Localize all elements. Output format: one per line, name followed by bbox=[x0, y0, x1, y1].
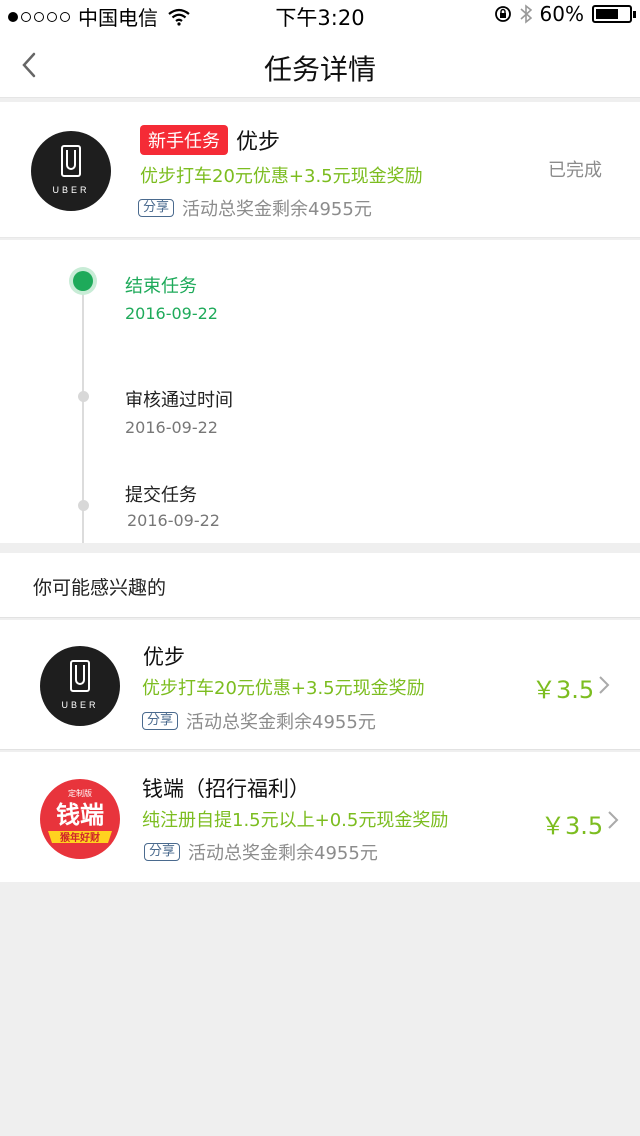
status-right: 60% bbox=[494, 2, 636, 26]
recommend-header: 你可能感兴趣的 bbox=[0, 553, 640, 618]
qianduan-logo: 定制版 钱端 猴年好财 bbox=[40, 779, 120, 859]
uber-logo: UBER bbox=[31, 131, 111, 211]
timeline-dot-active bbox=[73, 271, 93, 291]
timeline-dot bbox=[78, 500, 89, 511]
nav-bar: 任务详情 bbox=[0, 30, 640, 98]
task-meta: 分享 活动总奖金剩余4955元 bbox=[138, 195, 372, 221]
timeline-step-date: 2016-09-22 bbox=[125, 418, 218, 437]
recommend-item-price: ￥3.5 bbox=[532, 676, 595, 704]
timeline-step-label: 结束任务 bbox=[125, 276, 197, 297]
task-title-row: 新手任务 优步 bbox=[140, 124, 280, 156]
recommend-title: 你可能感兴趣的 bbox=[33, 577, 167, 599]
task-description: 优步打车20元优惠+3.5元现金奖励 bbox=[140, 166, 423, 187]
uber-logo-text: UBER bbox=[52, 185, 89, 195]
recommend-item-remaining-bonus: 活动总奖金剩余4955元 bbox=[188, 843, 378, 864]
recommend-item-meta: 分享 活动总奖金剩余4955元 bbox=[142, 708, 376, 734]
recommend-item-remaining-bonus: 活动总奖金剩余4955元 bbox=[186, 712, 376, 733]
recommend-item-name: 优步 bbox=[143, 645, 185, 669]
recommend-item-meta: 分享 活动总奖金剩余4955元 bbox=[144, 839, 378, 865]
task-name: 优步 bbox=[236, 130, 281, 155]
recommend-item-description: 纯注册自提1.5元以上+0.5元现金奖励 bbox=[142, 810, 449, 831]
share-tag[interactable]: 分享 bbox=[142, 712, 179, 730]
page-title: 任务详情 bbox=[263, 53, 376, 86]
timeline-step-date: 2016-09-22 bbox=[127, 511, 220, 530]
status-bar: 中国电信 下午3:20 60% bbox=[0, 0, 640, 30]
uber-logo-text: UBER bbox=[61, 700, 98, 710]
new-task-badge: 新手任务 bbox=[140, 125, 228, 155]
timeline-dot bbox=[78, 391, 89, 402]
share-tag[interactable]: 分享 bbox=[144, 843, 181, 861]
recommend-item-qianduan[interactable]: 定制版 钱端 猴年好财 钱端（招行福利） 纯注册自提1.5元以上+0.5元现金奖… bbox=[0, 752, 640, 882]
recommend-item-description: 优步打车20元优惠+3.5元现金奖励 bbox=[142, 678, 425, 699]
bluetooth-icon bbox=[520, 4, 532, 24]
task-status: 已完成 bbox=[548, 160, 602, 181]
timeline-step-date: 2016-09-22 bbox=[125, 304, 218, 323]
timeline-step-label: 审核通过时间 bbox=[125, 390, 233, 411]
qianduan-logo-main-text: 钱端 bbox=[56, 801, 104, 829]
task-timeline: 结束任务 2016-09-22 审核通过时间 2016-09-22 提交任务 2… bbox=[0, 240, 640, 543]
task-card: UBER 新手任务 优步 优步打车20元优惠+3.5元现金奖励 分享 活动总奖金… bbox=[0, 102, 640, 238]
recommend-item-name: 钱端（招行福利） bbox=[142, 777, 310, 801]
chevron-right-icon bbox=[599, 676, 610, 694]
recommend-item-price: ￥3.5 bbox=[541, 812, 604, 840]
uber-logo: UBER bbox=[40, 646, 120, 726]
battery-percent: 60% bbox=[539, 2, 584, 26]
qianduan-logo-top-text: 定制版 bbox=[68, 788, 92, 798]
timeline-step-label: 提交任务 bbox=[125, 485, 197, 506]
task-remaining-bonus: 活动总奖金剩余4955元 bbox=[182, 199, 372, 220]
qianduan-logo-bottom-text: 猴年好财 bbox=[60, 831, 100, 844]
battery-icon bbox=[592, 5, 636, 23]
share-tag[interactable]: 分享 bbox=[138, 199, 175, 217]
chevron-right-icon bbox=[608, 811, 619, 829]
orientation-lock-icon bbox=[494, 6, 511, 22]
recommend-item-uber[interactable]: UBER 优步 优步打车20元优惠+3.5元现金奖励 分享 活动总奖金剩余495… bbox=[0, 620, 640, 750]
